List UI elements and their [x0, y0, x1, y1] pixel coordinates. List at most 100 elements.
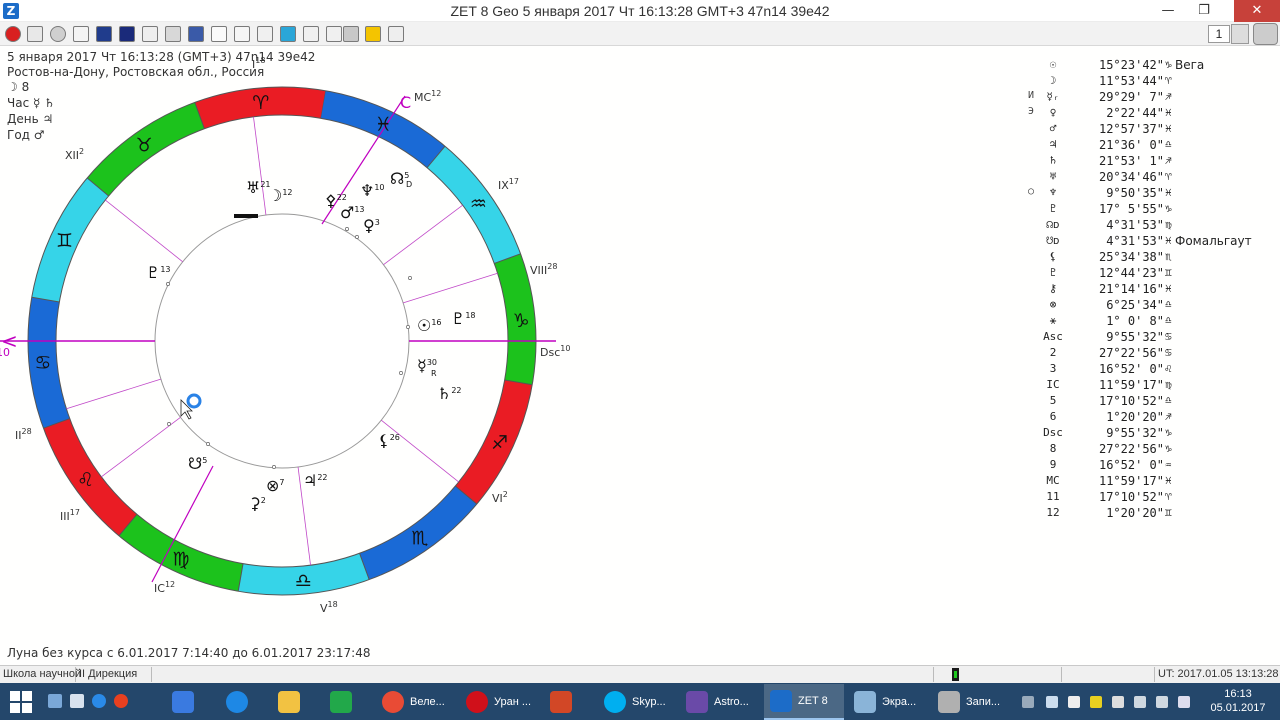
position-row[interactable]: Asc 9°55'32" ♋	[1028, 330, 1278, 346]
taskbar-recorder[interactable]: Запи...	[932, 684, 1012, 720]
position-row[interactable]: ☉ 15°23'42" ♑ Вега	[1028, 58, 1278, 74]
position-sym: ☽	[1049, 74, 1057, 87]
tools-icon[interactable]	[142, 26, 158, 42]
position-row[interactable]: 12 1°20'20" ♊	[1028, 506, 1278, 522]
taskbar-chrome[interactable]: Веле...	[376, 684, 456, 720]
position-row[interactable]: ☊ᴅ 4°31'53" ♍	[1028, 218, 1278, 234]
planet-glyph[interactable]: ♂13	[340, 203, 365, 222]
position-row[interactable]: Dsc 9°55'32" ♑	[1028, 426, 1278, 442]
taskbar-explorer[interactable]	[272, 684, 322, 720]
desktop-icon[interactable]	[48, 694, 62, 708]
planet-glyph[interactable]: ♇18	[451, 309, 476, 328]
position-row[interactable]: 8 27°22'56" ♑	[1028, 442, 1278, 458]
filter-icon[interactable]	[188, 26, 204, 42]
warning-icon[interactable]	[365, 26, 381, 42]
sky-icon[interactable]	[119, 26, 135, 42]
taskbar-powerpoint[interactable]	[544, 684, 594, 720]
position-row[interactable]: 11 17°10'52" ♈	[1028, 490, 1278, 506]
flag-icon[interactable]	[1112, 696, 1124, 708]
scissors-icon[interactable]	[343, 26, 359, 42]
calendar-icon[interactable]	[234, 26, 250, 42]
minimize-button[interactable]: —	[1150, 0, 1186, 22]
grid-icon[interactable]	[211, 26, 227, 42]
chart-number-spinner[interactable]	[1231, 24, 1249, 44]
taskbar-snipping[interactable]	[166, 684, 216, 720]
planet-glyph[interactable]: ☋5	[188, 454, 207, 473]
taskbar-ie[interactable]	[220, 684, 270, 720]
cloud-icon[interactable]	[1068, 696, 1080, 708]
star-map-icon[interactable]	[96, 26, 112, 42]
planet-glyph[interactable]: ♆10	[360, 181, 385, 200]
position-row[interactable]: MC 11°59'17" ♓	[1028, 474, 1278, 490]
taskbar-astro[interactable]: Astro...	[680, 684, 760, 720]
planet-glyph[interactable]: ♅21	[246, 178, 271, 197]
position-row[interactable]: ♇ 12°44'23" ♊	[1028, 266, 1278, 282]
table-icon[interactable]	[27, 26, 43, 42]
dial-icon[interactable]	[1253, 23, 1278, 45]
position-row[interactable]: ♅ 20°34'46" ♈	[1028, 170, 1278, 186]
globe-icon[interactable]	[50, 26, 66, 42]
position-deg: 17°10'52"	[1098, 394, 1164, 408]
planet-glyph[interactable]: ⊗7	[266, 476, 285, 495]
taskbar-opera[interactable]: Уран ...	[460, 684, 540, 720]
chrome-small-icon[interactable]	[114, 694, 128, 708]
planet-glyph[interactable]: ♇13	[146, 263, 171, 282]
position-row[interactable]: ☽ 11°53'44" ♈	[1028, 74, 1278, 90]
network-icon[interactable]	[1022, 696, 1034, 708]
tray-app-icon[interactable]	[1090, 696, 1102, 708]
arrows-icon[interactable]	[280, 26, 296, 42]
volume-icon[interactable]	[1178, 696, 1190, 708]
stop-icon[interactable]	[5, 26, 21, 42]
position-sign: ♎	[1165, 314, 1172, 327]
position-row[interactable]: ○ ♆ 9°50'35" ♓	[1028, 186, 1278, 202]
note-icon[interactable]	[257, 26, 273, 42]
position-row[interactable]: ♃ 21°36' 0" ♎	[1028, 138, 1278, 154]
taskbar-screen[interactable]: Экра...	[848, 684, 928, 720]
wifi-icon[interactable]	[1156, 696, 1168, 708]
position-row[interactable]: ♇ 17° 5'55" ♑	[1028, 202, 1278, 218]
monitor-icon[interactable]	[1134, 696, 1146, 708]
planet-glyph[interactable]: ♄22	[437, 384, 462, 403]
wheel-icon[interactable]	[73, 26, 89, 42]
taskbar-zet8[interactable]: ZET 8	[764, 684, 844, 720]
ie-small-icon[interactable]	[92, 694, 106, 708]
position-row[interactable]: ⚷ 21°14'16" ♓	[1028, 282, 1278, 298]
close-button[interactable]: ✕	[1234, 0, 1280, 22]
cut-icon[interactable]	[165, 26, 181, 42]
taskbar-clock[interactable]: 16:13 05.01.2017	[1210, 687, 1266, 715]
position-row[interactable]: Э ♀ 2°22'44" ♓	[1028, 106, 1278, 122]
planet-glyph[interactable]: ☉16	[417, 316, 442, 335]
position-sym: 3	[1049, 362, 1057, 375]
chart-number-select[interactable]: 1	[1208, 25, 1230, 43]
position-row[interactable]: 2 27°22'56" ♋	[1028, 346, 1278, 362]
taskbar-skype[interactable]: Skyp...	[598, 684, 678, 720]
planet-glyph[interactable]: ☽12	[268, 186, 293, 205]
position-row[interactable]: IC 11°59'17" ♍	[1028, 378, 1278, 394]
planet-glyph[interactable]: ⚳2	[249, 494, 266, 513]
position-row[interactable]: ⚸ 25°34'38" ♏	[1028, 250, 1278, 266]
position-row[interactable]: ♂ 12°57'37" ♓	[1028, 122, 1278, 138]
position-row[interactable]: ⚹ 1° 0' 8" ♎	[1028, 314, 1278, 330]
position-row[interactable]: 5 17°10'52" ♎	[1028, 394, 1278, 410]
position-row[interactable]: 3 16°52' 0" ♌	[1028, 362, 1278, 378]
maximize-button[interactable]: ❐	[1186, 0, 1222, 22]
position-row[interactable]: И ☿ᵣ 29°29' 7" ♐	[1028, 90, 1278, 106]
position-row[interactable]: 6 1°20'20" ♐	[1028, 410, 1278, 426]
position-row[interactable]: ♄ 21°53' 1" ♐	[1028, 154, 1278, 170]
print-icon[interactable]	[388, 26, 404, 42]
status-school: Школа научной	[0, 667, 81, 682]
position-row[interactable]: ☋ᴅ 4°31'53" ♓ Фомальгаут	[1028, 234, 1278, 250]
planet-glyph[interactable]: ⚸26	[378, 431, 400, 450]
house-cusp-line	[381, 419, 459, 483]
natal-chart-wheel[interactable]: < C ♈♉♊♋♌♍♎♏♐♑♒♓ XII2I18MC12IX17VIII28Ds…	[0, 46, 600, 646]
position-row[interactable]: 9 16°52' 0" ♒	[1028, 458, 1278, 474]
list-icon[interactable]	[303, 26, 319, 42]
aspect-icon[interactable]	[326, 26, 342, 42]
planet-glyph[interactable]: ♃22	[303, 471, 328, 490]
tray-arrow-icon[interactable]	[1046, 696, 1058, 708]
position-row[interactable]: ⊗ 6°25'34" ♎	[1028, 298, 1278, 314]
taskbar-store[interactable]	[324, 684, 374, 720]
window-icon[interactable]	[70, 694, 84, 708]
planet-glyph[interactable]: ♀3	[363, 216, 380, 235]
start-button[interactable]	[10, 691, 32, 713]
